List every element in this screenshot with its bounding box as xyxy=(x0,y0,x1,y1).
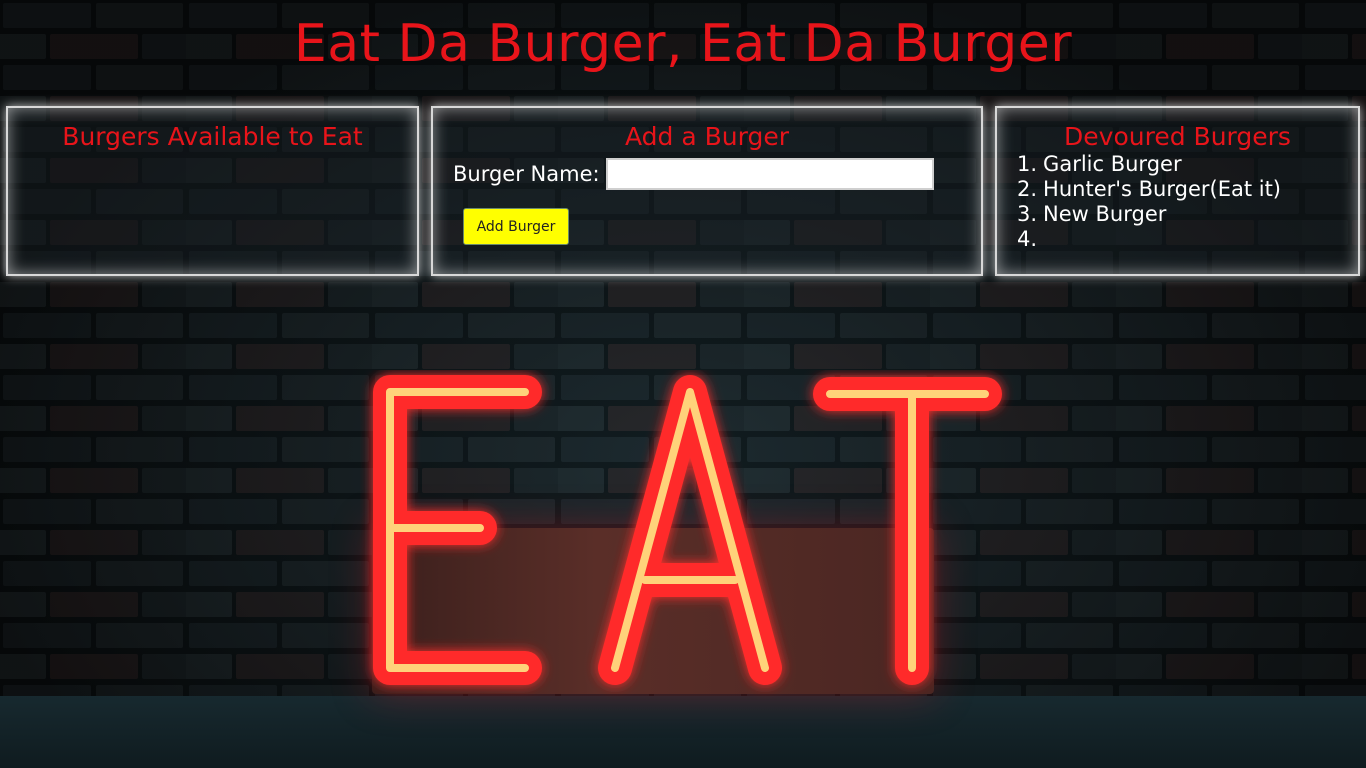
page-title: Eat Da Burger, Eat Da Burger xyxy=(293,14,1073,74)
devoured-heading: Devoured Burgers xyxy=(1064,122,1291,151)
devoured-burgers-panel: Devoured Burgers 1. Garlic Burger 2. Hunte… xyxy=(995,106,1360,276)
burger-name-row: Burger Name: xyxy=(453,158,934,190)
devoured-item-name: New Burger xyxy=(1043,202,1167,226)
burgers-available-panel: Burgers Available to Eat xyxy=(6,106,419,276)
floor-surface xyxy=(0,696,1366,768)
burger-name-input[interactable] xyxy=(605,158,934,190)
devoured-item-name: Hunter's Burger(Eat it) xyxy=(1043,177,1281,201)
available-heading: Burgers Available to Eat xyxy=(62,122,363,151)
devoured-item-name: Garlic Burger xyxy=(1043,152,1182,176)
add-burger-heading: Add a Burger xyxy=(625,122,789,151)
devoured-item: 1. Garlic Burger xyxy=(1017,152,1182,176)
add-burger-button[interactable]: Add Burger xyxy=(463,208,569,245)
devoured-item: 2. Hunter's Burger(Eat it) xyxy=(1017,177,1281,201)
burger-name-label: Burger Name: xyxy=(453,162,600,186)
devoured-list: 1. Garlic Burger 2. Hunter's Burger(Eat it… xyxy=(1017,152,1281,252)
neon-eat-sign xyxy=(373,375,1002,685)
add-burger-panel: Add a Burger Burger Name: Add Burger xyxy=(431,106,983,276)
devoured-item: 4. xyxy=(1017,227,1038,251)
devoured-item: 3. New Burger xyxy=(1017,202,1167,226)
